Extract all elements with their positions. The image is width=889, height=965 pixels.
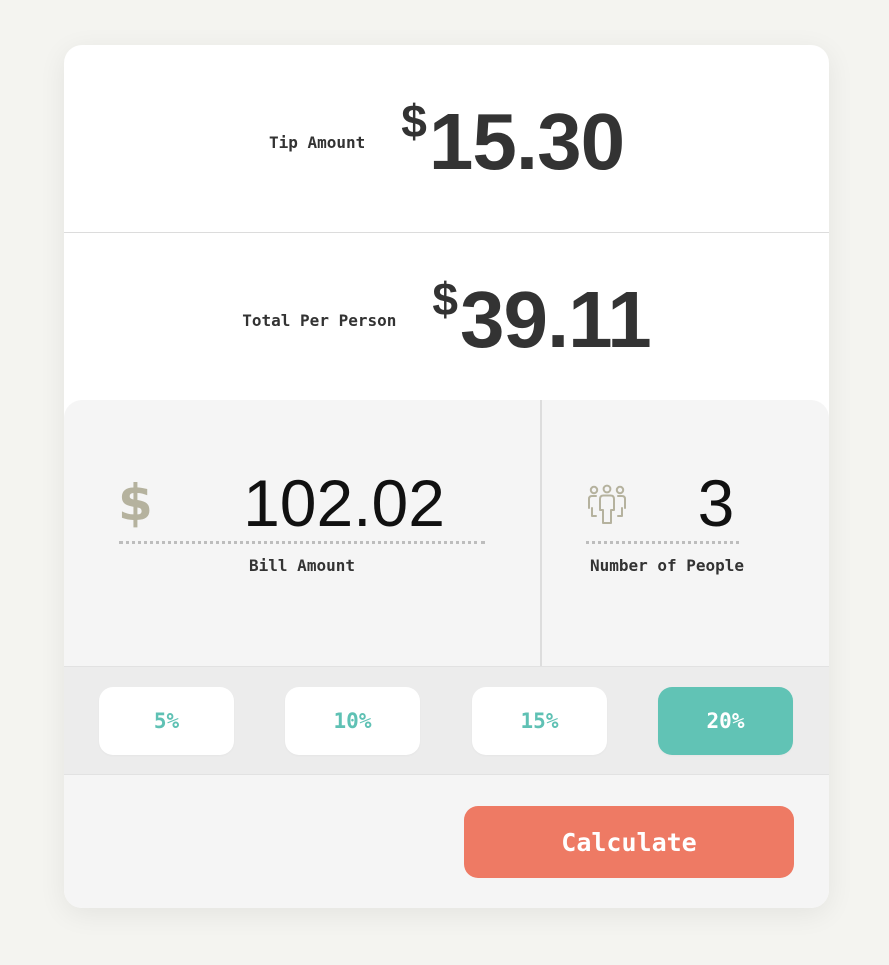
tip-amount-display: $ 15.30 — [401, 94, 625, 186]
tip-percentage-options: 5% 10% 15% 20% — [64, 666, 829, 775]
tip-5-percent-button[interactable]: 5% — [99, 687, 234, 755]
bill-amount-label: Bill Amount — [249, 556, 355, 575]
tip-20-percent-button[interactable]: 20% — [658, 687, 793, 755]
bill-amount-input[interactable]: 102.02 — [214, 470, 474, 536]
tip-amount-label: Tip Amount — [268, 133, 366, 152]
total-per-person-value: 39.11 — [459, 274, 652, 364]
inputs-divider — [540, 400, 542, 666]
number-of-people-input[interactable]: 3 — [676, 470, 756, 536]
people-underline — [586, 541, 739, 544]
bill-amount-underline — [119, 541, 485, 544]
tip-10-percent-button[interactable]: 10% — [285, 687, 420, 755]
tip-amount-value: 15.30 — [428, 96, 625, 186]
total-per-person-row: Total Per Person $ 39.11 — [64, 233, 829, 400]
people-group-icon — [588, 484, 626, 524]
tip-amount-row: Tip Amount $ 15.30 — [64, 45, 829, 233]
total-currency-symbol: $ — [432, 272, 458, 325]
calculate-button[interactable]: Calculate — [464, 806, 794, 878]
inputs-panel: $ 102.02 Bill Amount 3 Number of People — [64, 400, 829, 666]
total-per-person-label: Total Per Person — [242, 311, 397, 330]
number-of-people-label: Number of People — [589, 556, 745, 575]
tip-15-percent-button[interactable]: 15% — [472, 687, 607, 755]
dollar-icon: $ — [118, 474, 153, 532]
tip-currency-symbol: $ — [401, 94, 427, 147]
tip-calculator-card: Tip Amount $ 15.30 Total Per Person $ 39… — [64, 45, 829, 908]
footer-actions: Calculate — [64, 775, 829, 908]
total-per-person-display: $ 39.11 — [432, 272, 652, 364]
